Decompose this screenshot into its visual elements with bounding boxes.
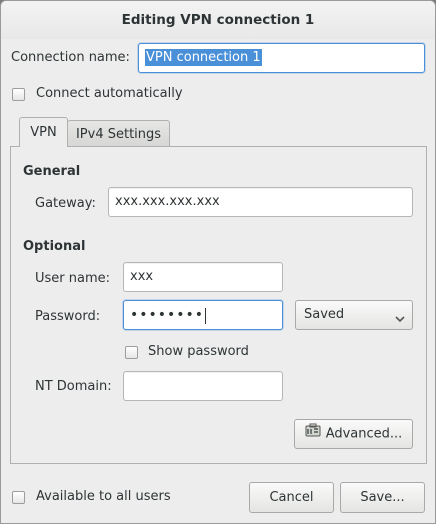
- all-users-label[interactable]: Available to all users: [36, 489, 171, 504]
- gateway-value: xxx.xxx.xxx.xxx: [115, 194, 220, 209]
- connection-name-label: Connection name:: [11, 50, 130, 65]
- nt-domain-label: NT Domain:: [35, 379, 112, 394]
- password-storage-value: Saved: [304, 307, 345, 322]
- password-storage-combo[interactable]: Saved: [295, 300, 413, 330]
- gateway-label: Gateway:: [35, 196, 96, 211]
- vpn-tab-panel: General Gateway: xxx.xxx.xxx.xxx Optiona…: [10, 146, 427, 464]
- optional-section-title: Optional: [23, 239, 86, 254]
- advanced-button-label: Advanced...: [325, 426, 403, 442]
- connect-automatically-label[interactable]: Connect automatically: [36, 86, 183, 101]
- show-password-checkbox[interactable]: [125, 346, 138, 359]
- tab-ipv4-settings[interactable]: IPv4 Settings: [67, 120, 170, 147]
- dialog-title: Editing VPN connection 1: [1, 1, 435, 39]
- all-users-checkbox[interactable]: [12, 491, 25, 504]
- general-section-title: General: [23, 164, 81, 179]
- tab-vpn[interactable]: VPN: [19, 117, 68, 147]
- advanced-button[interactable]: Advanced...: [294, 419, 413, 449]
- text-cursor: [205, 307, 207, 324]
- tab-vpn-label: VPN: [30, 125, 57, 140]
- nt-domain-input[interactable]: [123, 371, 283, 401]
- cancel-button-label: Cancel: [269, 490, 314, 505]
- password-input[interactable]: ••••••••: [123, 300, 283, 330]
- show-password-label[interactable]: Show password: [148, 344, 249, 359]
- save-button[interactable]: Save...: [340, 482, 425, 513]
- connection-name-input[interactable]: VPN connection 1: [138, 43, 425, 73]
- chevron-down-icon: [394, 308, 406, 336]
- tab-ipv4-settings-label: IPv4 Settings: [75, 127, 162, 142]
- username-input[interactable]: xxx: [123, 262, 283, 292]
- connection-name-value: VPN connection 1: [145, 49, 262, 66]
- toolbox-icon: [305, 420, 321, 448]
- username-label: User name:: [35, 271, 111, 286]
- gateway-input[interactable]: xxx.xxx.xxx.xxx: [108, 187, 413, 217]
- password-masked-value: ••••••••: [130, 307, 205, 323]
- connect-automatically-checkbox[interactable]: [12, 88, 25, 101]
- save-button-label: Save...: [360, 490, 405, 505]
- cancel-button[interactable]: Cancel: [249, 482, 334, 513]
- username-value: xxx: [130, 269, 154, 284]
- vpn-editor-dialog: Editing VPN connection 1 Connection name…: [0, 0, 436, 524]
- password-label: Password:: [35, 309, 101, 324]
